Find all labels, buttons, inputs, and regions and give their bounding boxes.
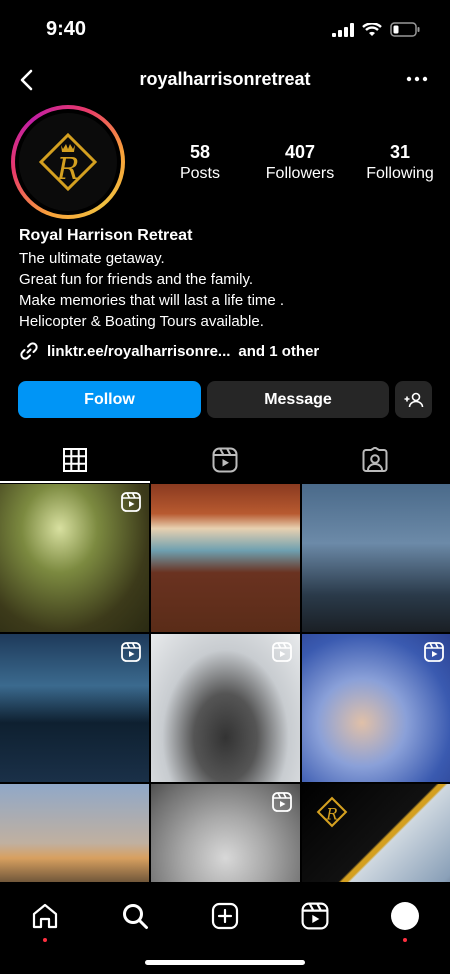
bio-line: Make memories that will last a life time… xyxy=(19,292,285,309)
reel-icon xyxy=(121,492,141,512)
post-thumbnail[interactable] xyxy=(0,484,149,632)
profile-tabs xyxy=(0,437,450,483)
tab-reels-nav[interactable] xyxy=(293,894,337,938)
profile-stats: 58 Posts 407 Followers 31 Following xyxy=(160,142,440,183)
link-other[interactable]: and 1 other xyxy=(238,343,319,360)
more-options-button[interactable] xyxy=(402,64,432,94)
following-count: 31 xyxy=(389,142,411,162)
tab-reels[interactable] xyxy=(150,437,300,483)
post-thumbnail[interactable] xyxy=(302,634,450,782)
post-thumbnail[interactable] xyxy=(302,484,450,632)
post-grid: R xyxy=(0,484,450,932)
post-thumbnail[interactable] xyxy=(151,484,300,632)
reels-icon xyxy=(301,902,329,930)
reel-icon xyxy=(121,642,141,662)
tab-grid[interactable] xyxy=(0,437,150,483)
profile-avatar-icon xyxy=(391,902,419,930)
tagged-icon xyxy=(362,447,388,472)
profile-link[interactable]: linktr.ee/royalharrisonre... and 1 other xyxy=(19,341,319,361)
more-icon xyxy=(406,76,428,82)
notification-dot xyxy=(403,938,407,942)
following-label: Following xyxy=(366,165,434,182)
top-nav: royalharrisonretreat xyxy=(0,60,450,100)
avatar-story-ring[interactable]: R xyxy=(11,105,125,219)
tab-tagged[interactable] xyxy=(300,437,450,483)
bio-line: Helicopter & Boating Tours available. xyxy=(19,313,264,330)
posts-label: Posts xyxy=(179,165,220,182)
svg-text:R: R xyxy=(325,806,338,824)
message-button[interactable]: Message xyxy=(207,381,389,418)
followers-count: 407 xyxy=(284,142,316,162)
home-indicator xyxy=(145,960,305,965)
reel-icon xyxy=(272,792,292,812)
profile-username: royalharrisonretreat xyxy=(139,69,311,89)
tab-profile[interactable] xyxy=(383,894,427,942)
bio-line: The ultimate getaway. xyxy=(19,250,165,267)
brand-logo-icon: R xyxy=(316,796,348,828)
stat-posts[interactable]: 58 Posts xyxy=(160,142,240,183)
search-icon xyxy=(123,904,148,929)
profile-bio: Royal Harrison Retreat The ultimate geta… xyxy=(19,227,439,332)
grid-icon xyxy=(63,448,87,472)
follow-button[interactable]: Follow xyxy=(18,381,201,418)
signal-icon xyxy=(332,22,354,37)
reel-icon xyxy=(272,642,292,662)
svg-text:R: R xyxy=(56,152,80,187)
notification-dot xyxy=(43,938,47,942)
tab-create[interactable] xyxy=(203,894,247,938)
battery-icon xyxy=(390,22,420,37)
post-thumbnail[interactable] xyxy=(151,634,300,782)
link-text[interactable]: linktr.ee/royalharrisonre... xyxy=(47,343,230,360)
posts-count: 58 xyxy=(189,142,211,162)
tab-search[interactable] xyxy=(113,894,157,938)
brand-logo-icon: R xyxy=(38,132,98,192)
link-icon xyxy=(20,342,38,360)
wifi-icon xyxy=(362,22,382,36)
avatar: R xyxy=(19,113,117,211)
add-post-icon xyxy=(211,902,239,930)
followers-label: Followers xyxy=(265,165,335,182)
profile-display-name: Royal Harrison Retreat xyxy=(19,227,193,244)
stat-following[interactable]: 31 Following xyxy=(360,142,440,183)
profile-actions: Follow Message xyxy=(18,381,432,418)
suggested-users-button[interactable] xyxy=(395,381,432,418)
reel-icon xyxy=(424,642,444,662)
add-user-icon xyxy=(404,392,423,407)
tab-home[interactable] xyxy=(23,894,67,942)
home-icon xyxy=(32,903,58,929)
status-time: 9:40 xyxy=(46,18,87,40)
post-thumbnail[interactable] xyxy=(0,634,149,782)
status-icons xyxy=(332,22,420,37)
bottom-tab-bar xyxy=(0,882,450,974)
reels-icon xyxy=(212,447,238,473)
stat-followers[interactable]: 407 Followers xyxy=(255,142,345,183)
status-bar: 9:40 xyxy=(0,0,450,58)
bio-line: Great fun for friends and the family. xyxy=(19,271,254,288)
